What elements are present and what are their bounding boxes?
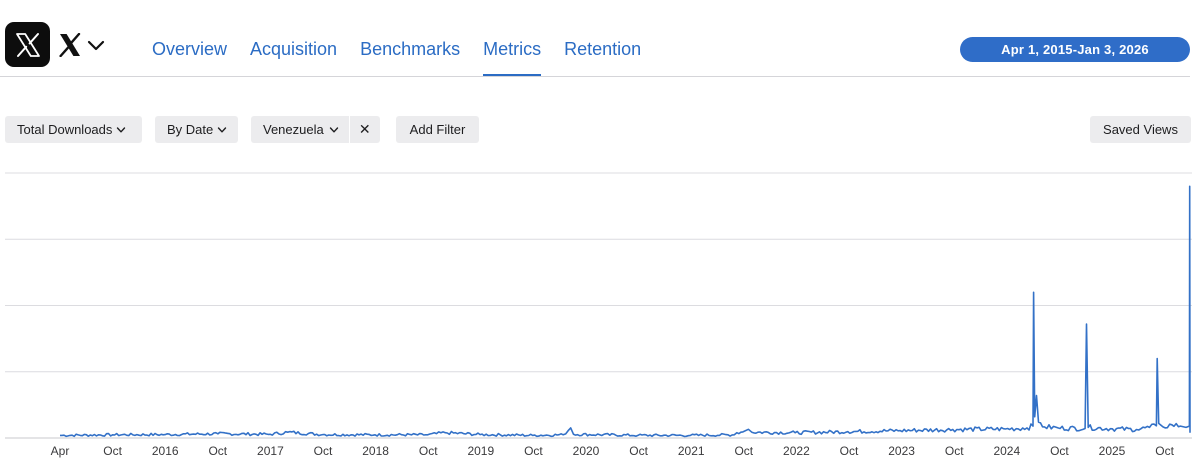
x-tick-label: Oct [840, 444, 859, 458]
breakdown-dropdown-label: By Date [167, 122, 214, 137]
metric-dropdown[interactable]: Total Downloads [5, 116, 142, 143]
app-header: Overview Acquisition Benchmarks Metrics … [0, 0, 1200, 77]
app-selector[interactable] [58, 27, 106, 63]
x-tick-label: Apr [51, 444, 70, 458]
header-divider [0, 76, 1190, 77]
saved-views-button[interactable]: Saved Views [1090, 116, 1191, 143]
x-tick-label: Oct [524, 444, 543, 458]
x-tick-label: Oct [945, 444, 964, 458]
close-icon: ✕ [358, 121, 371, 137]
x-wordmark-icon [59, 33, 81, 57]
x-tick-label: 2018 [362, 444, 389, 458]
x-tick-label: 2021 [678, 444, 705, 458]
x-logo-glyph [15, 32, 40, 57]
tab-acquisition[interactable]: Acquisition [250, 38, 337, 76]
downloads-line-chart: Apr Oct 2016 Oct 2017 Oct 2018 Oct 2019 Oct 2020 Oc… [5, 172, 1192, 458]
x-logo-icon[interactable] [5, 22, 50, 67]
add-filter-label: Add Filter [409, 122, 466, 137]
nav-tabs: Overview Acquisition Benchmarks Metrics … [152, 38, 664, 76]
saved-views-label: Saved Views [1103, 122, 1178, 137]
chevron-down-icon[interactable] [86, 35, 106, 55]
x-tick-label: 2024 [993, 444, 1020, 458]
downloads-series-line [60, 185, 1191, 438]
add-filter-button[interactable]: Add Filter [396, 116, 479, 143]
x-tick-label: Oct [314, 444, 333, 458]
x-tick-label: Oct [629, 444, 648, 458]
x-tick-label: 2023 [888, 444, 915, 458]
country-filter-label: Venezuela [263, 122, 324, 137]
tab-metrics[interactable]: Metrics [483, 38, 542, 76]
x-tick-label: Oct [734, 444, 753, 458]
x-tick-label: 2019 [467, 444, 494, 458]
downloads-chart: Apr Oct 2016 Oct 2017 Oct 2018 Oct 2019 Oct 2020 Oc… [0, 160, 1200, 469]
country-filter: Venezuela ✕ [251, 116, 380, 143]
tab-benchmarks[interactable]: Benchmarks [360, 38, 460, 76]
chevron-down-icon [329, 126, 338, 132]
x-tick-label: 2020 [573, 444, 600, 458]
x-tick-label: 2022 [783, 444, 810, 458]
x-tick-label: Oct [208, 444, 227, 458]
metric-dropdown-label: Total Downloads [17, 122, 113, 137]
x-tick-label: 2025 [1099, 444, 1126, 458]
x-tick-label: Oct [1155, 444, 1174, 458]
country-filter-dropdown[interactable]: Venezuela [251, 116, 349, 143]
x-tick-label: Oct [1050, 444, 1069, 458]
x-tick-label: Oct [103, 444, 122, 458]
x-tick-label: Oct [419, 444, 438, 458]
chevron-down-icon [218, 126, 227, 132]
tab-overview[interactable]: Overview [152, 38, 227, 76]
x-tick-label: 2016 [152, 444, 179, 458]
remove-filter-button[interactable]: ✕ [349, 116, 380, 143]
tab-retention[interactable]: Retention [564, 38, 641, 76]
breakdown-dropdown[interactable]: By Date [155, 116, 238, 143]
date-range-picker[interactable]: Apr 1, 2015-Jan 3, 2026 [960, 37, 1190, 62]
x-tick-label: 2017 [257, 444, 284, 458]
chevron-down-icon [117, 126, 126, 132]
